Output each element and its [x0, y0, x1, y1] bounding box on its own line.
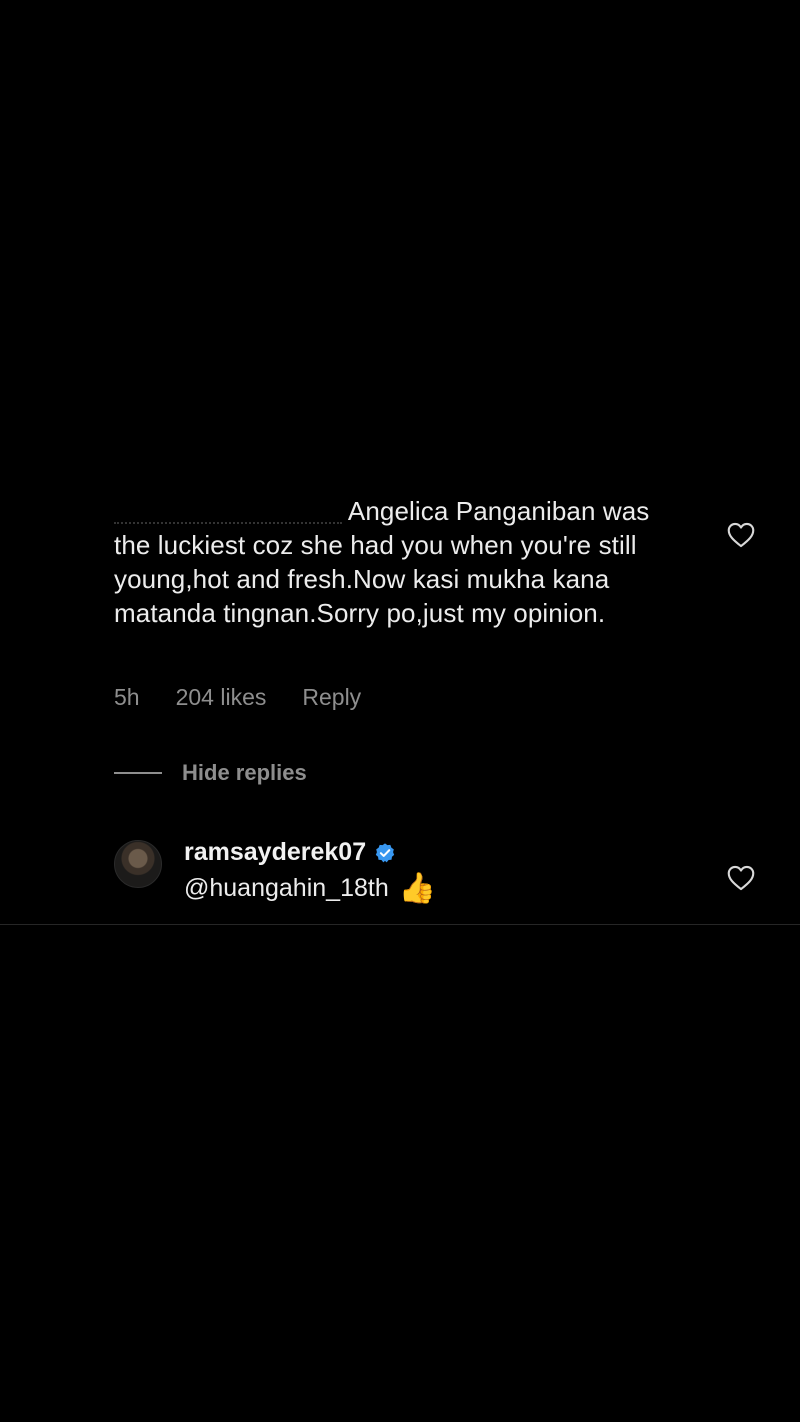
reply-item: ramsayderek07 @huangahin_18th 👍 [114, 838, 436, 906]
verified-badge-icon [375, 842, 395, 862]
comment-timestamp: 5h [114, 684, 140, 710]
reply-button[interactable]: Reply [302, 684, 361, 711]
reply-like-heart-icon[interactable] [727, 865, 755, 891]
avatar[interactable] [114, 840, 162, 888]
reply-mention-link[interactable]: @huangahin_18th [184, 874, 389, 903]
hide-replies-label[interactable]: Hide replies [182, 760, 307, 786]
thumbs-up-icon: 👍 [398, 872, 437, 905]
comment-likes-count[interactable]: 204 likes [176, 684, 267, 711]
hide-replies-toggle[interactable]: Hide replies [114, 760, 307, 786]
reply-body: ramsayderek07 @huangahin_18th 👍 [184, 838, 436, 906]
divider [0, 924, 800, 925]
comment-text-wrapper: Angelica Panganiban was the luckiest coz… [114, 494, 654, 630]
username-row: ramsayderek07 [184, 838, 436, 867]
comment-like-heart-icon[interactable] [727, 522, 755, 548]
hide-replies-line [114, 772, 162, 774]
mention-row: @huangahin_18th 👍 [184, 871, 436, 906]
comment-meta: 5h 204 likes Reply [114, 684, 361, 711]
reply-username[interactable]: ramsayderek07 [184, 838, 366, 867]
comment-body: Angelica Panganiban was the luckiest coz… [114, 494, 654, 630]
redacted-username [114, 496, 342, 524]
